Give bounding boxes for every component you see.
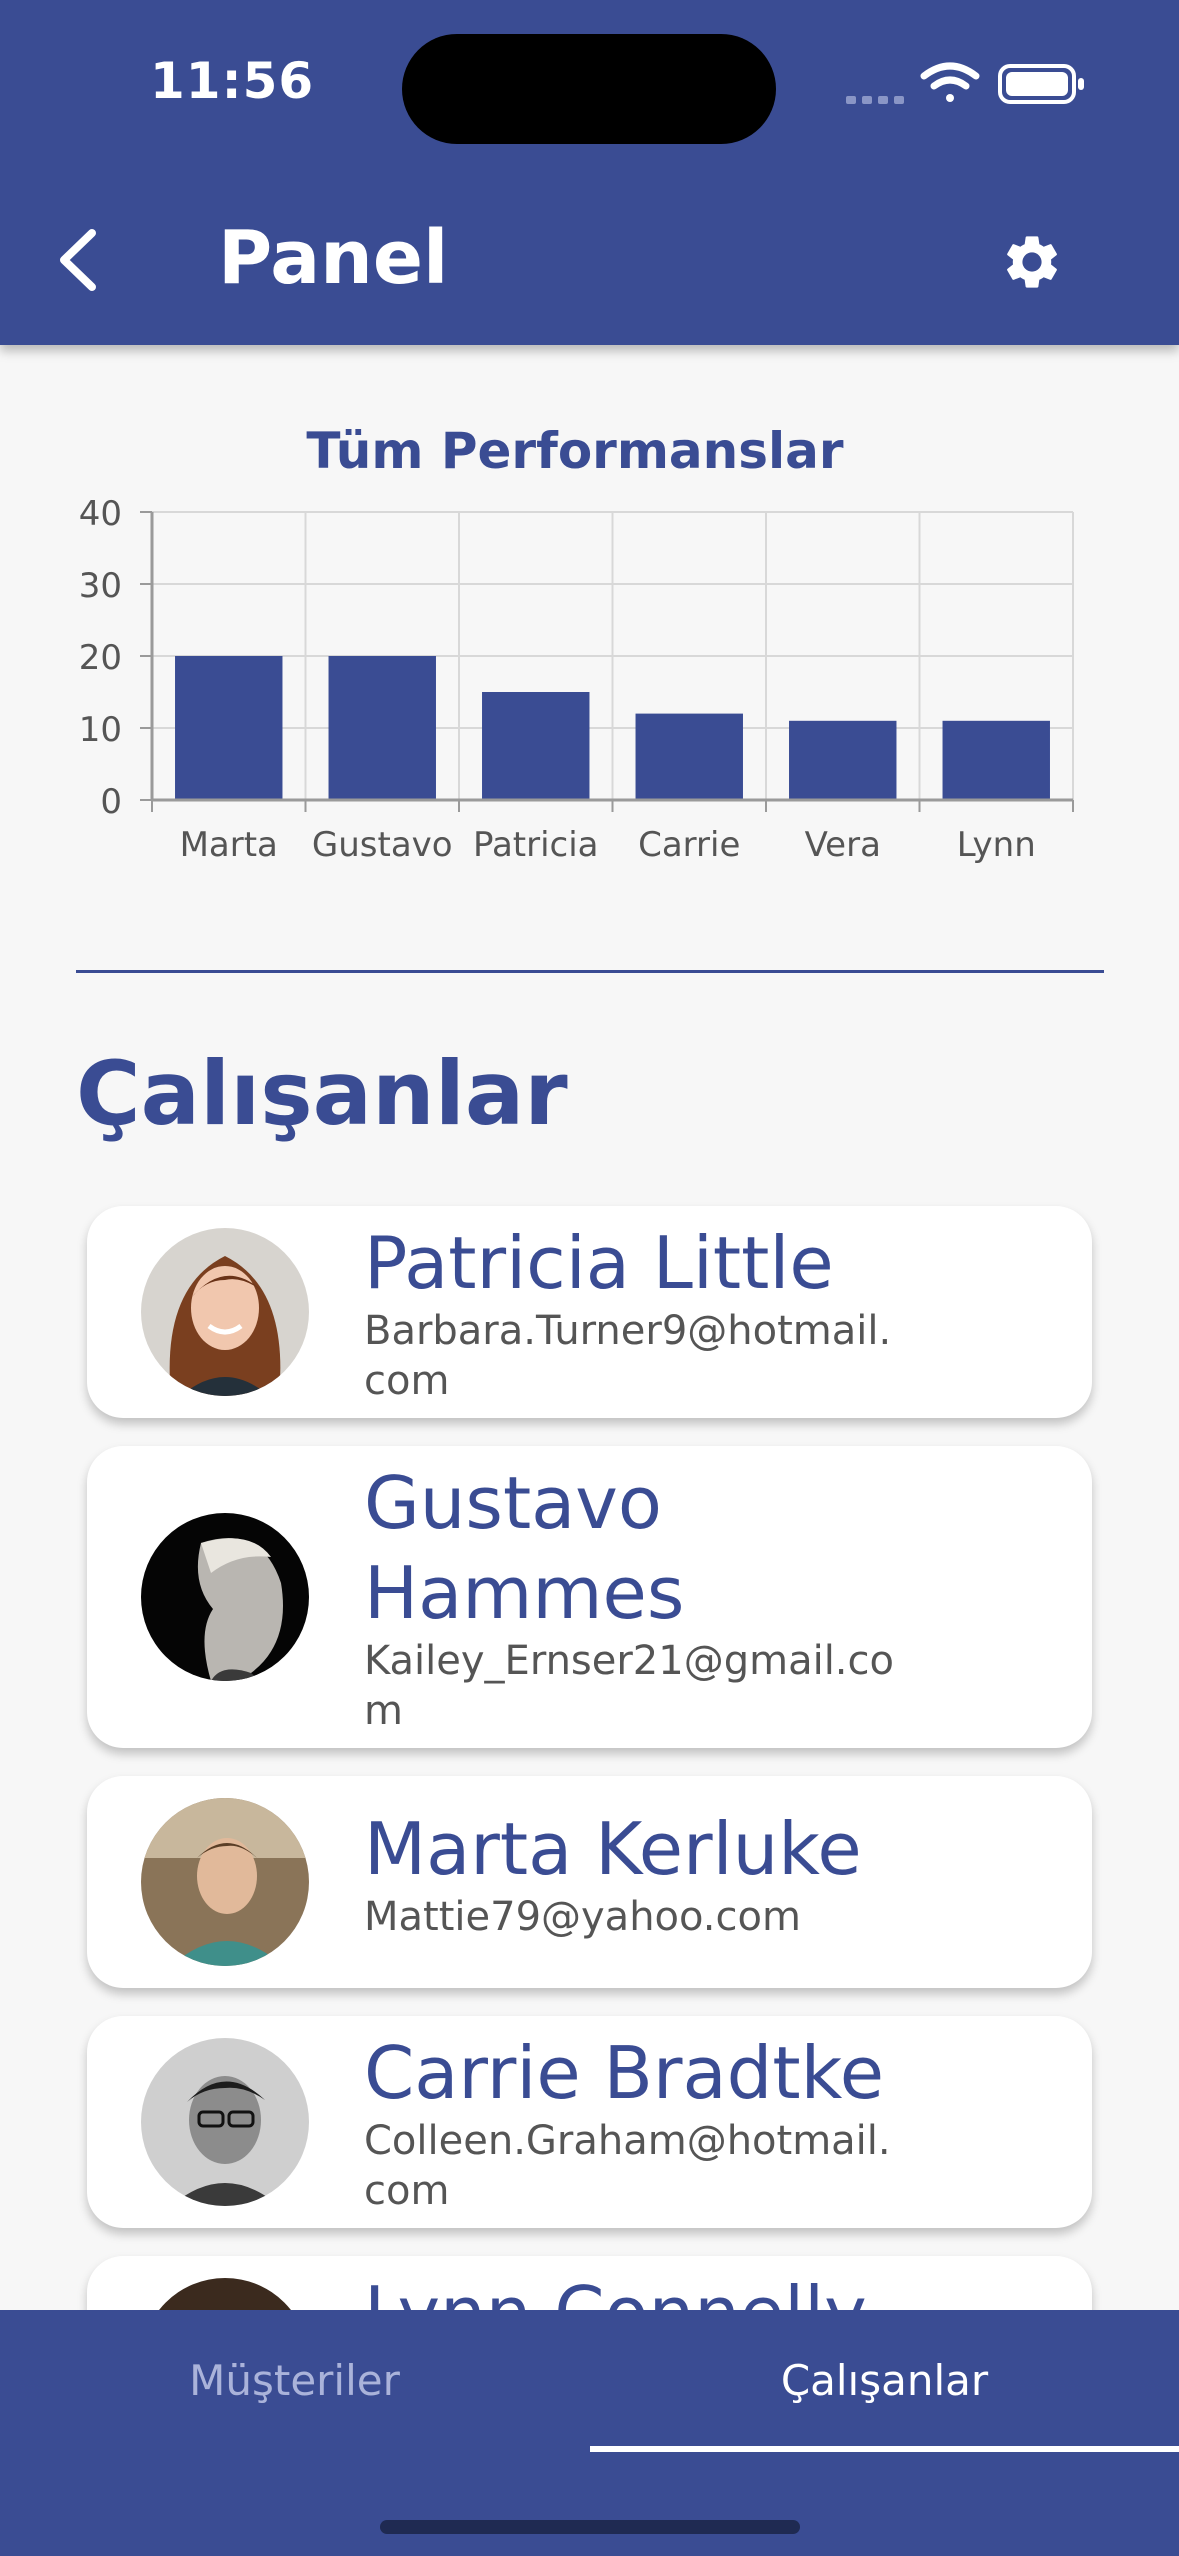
cellular-signal-icon <box>846 96 904 104</box>
employee-name: Gustavo Hammes <box>364 1461 685 1635</box>
avatar <box>141 2038 309 2206</box>
back-button[interactable] <box>30 210 130 310</box>
employee-name: Carrie Bradtke <box>364 2031 884 2115</box>
y-tick-label: 20 <box>79 638 122 678</box>
bar-patricia[interactable] <box>482 692 590 800</box>
bar-lynn[interactable] <box>942 720 1050 800</box>
tab-customers[interactable]: Müşteriler <box>0 2310 589 2450</box>
bar-gustavo[interactable] <box>328 656 436 800</box>
section-divider <box>76 970 1104 973</box>
tab-customers-label: Müşteriler <box>189 2355 400 2405</box>
chevron-left-icon <box>60 229 96 291</box>
bar-vera[interactable] <box>789 720 897 800</box>
app-bar: 11:56 Panel <box>0 0 1179 345</box>
tab-employees-label: Çalışanlar <box>780 2355 989 2405</box>
employee-name: Lynn Connelly <box>364 2268 924 2310</box>
avatar <box>141 1798 309 1966</box>
x-tick-label: Gustavo <box>312 825 453 865</box>
x-tick-label: Marta <box>180 825 278 865</box>
employee-card[interactable]: Patricia Little Barbara.Turner9@hotmail.… <box>87 1206 1092 1418</box>
home-indicator <box>380 2520 800 2534</box>
settings-button[interactable] <box>982 212 1082 312</box>
performance-chart: Tüm Performanslar 0 10 20 30 40 Marta Gustavo P… <box>0 400 1179 880</box>
x-tick-label: Carrie <box>638 825 740 865</box>
bar-carrie[interactable] <box>635 713 743 800</box>
employee-list[interactable]: Patricia Little Barbara.Turner9@hotmail.… <box>0 1190 1179 2310</box>
bottom-navigation: Müşteriler Çalışanlar <box>0 2310 1179 2556</box>
avatar <box>141 2278 309 2310</box>
employees-section-title: Çalışanlar <box>76 1042 568 1145</box>
employee-card[interactable]: Lynn Connelly <box>87 2256 1092 2310</box>
x-tick-label: Vera <box>805 825 881 865</box>
employee-card[interactable]: Gustavo Hammes Kailey_Ernser21@gmail.com <box>87 1446 1092 1748</box>
employee-email: Kailey_Ernser21@gmail.com <box>364 1638 894 1734</box>
employee-email: Mattie79@yahoo.com <box>364 1894 801 1940</box>
employee-email: Colleen.Graham@hotmail.com <box>364 2118 891 2214</box>
tab-employees[interactable]: Çalışanlar <box>590 2310 1179 2450</box>
avatar <box>141 1228 309 1396</box>
wifi-icon <box>920 62 980 102</box>
page-title: Panel <box>218 215 449 301</box>
employee-name: Marta Kerluke <box>364 1807 862 1891</box>
dynamic-island <box>402 34 776 144</box>
y-tick-label: 40 <box>79 494 122 534</box>
employee-email: Barbara.Turner9@hotmail.com <box>364 1308 892 1404</box>
active-tab-indicator <box>590 2446 1179 2452</box>
bar-chart: 0 10 20 30 40 Marta Gustavo Patricia Carrie Vera L… <box>79 494 1074 865</box>
y-tick-label: 10 <box>79 710 122 750</box>
employee-card[interactable]: Carrie Bradtke Colleen.Graham@hotmail.co… <box>87 2016 1092 2228</box>
employee-card[interactable]: Marta Kerluke Mattie79@yahoo.com <box>87 1776 1092 1988</box>
x-tick-label: Lynn <box>957 825 1036 865</box>
y-tick-label: 0 <box>100 782 122 822</box>
y-tick-label: 30 <box>79 566 122 606</box>
gear-icon <box>1007 236 1057 288</box>
battery-icon <box>998 64 1084 104</box>
avatar <box>141 1513 309 1681</box>
bar-marta[interactable] <box>175 656 283 800</box>
employee-name: Patricia Little <box>364 1221 834 1305</box>
status-time: 11:56 <box>150 52 315 110</box>
x-tick-label: Patricia <box>473 825 599 865</box>
status-icons <box>846 62 1084 104</box>
